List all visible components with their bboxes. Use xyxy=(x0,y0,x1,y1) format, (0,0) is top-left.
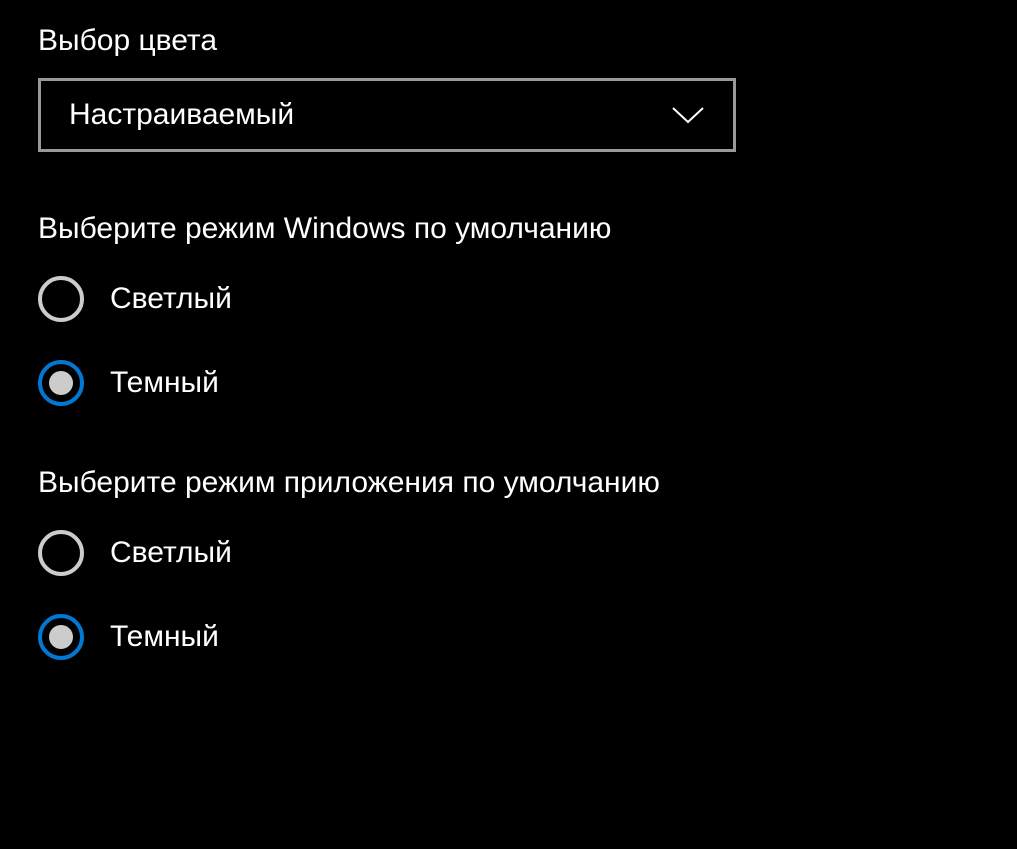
radio-unchecked-icon xyxy=(38,530,84,576)
windows-mode-light-option[interactable]: Светлый xyxy=(38,276,979,322)
app-mode-dark-option[interactable]: Темный xyxy=(38,614,979,660)
app-mode-light-option[interactable]: Светлый xyxy=(38,530,979,576)
radio-checked-icon xyxy=(38,360,84,406)
windows-mode-dark-option[interactable]: Темный xyxy=(38,360,979,406)
app-mode-light-label: Светлый xyxy=(110,536,232,570)
windows-mode-light-label: Светлый xyxy=(110,282,232,316)
app-mode-dark-label: Темный xyxy=(110,620,219,654)
app-mode-label: Выберите режим приложения по умолчанию xyxy=(38,466,979,500)
radio-inner-dot xyxy=(49,625,73,649)
color-choice-dropdown[interactable]: Настраиваемый xyxy=(38,78,736,152)
windows-mode-dark-label: Темный xyxy=(110,366,219,400)
radio-checked-icon xyxy=(38,614,84,660)
chevron-down-icon xyxy=(671,106,705,124)
radio-inner-dot xyxy=(49,371,73,395)
color-choice-label: Выбор цвета xyxy=(38,24,979,58)
windows-mode-label: Выберите режим Windows по умолчанию xyxy=(38,212,979,246)
radio-unchecked-icon xyxy=(38,276,84,322)
color-choice-selected: Настраиваемый xyxy=(69,98,294,132)
